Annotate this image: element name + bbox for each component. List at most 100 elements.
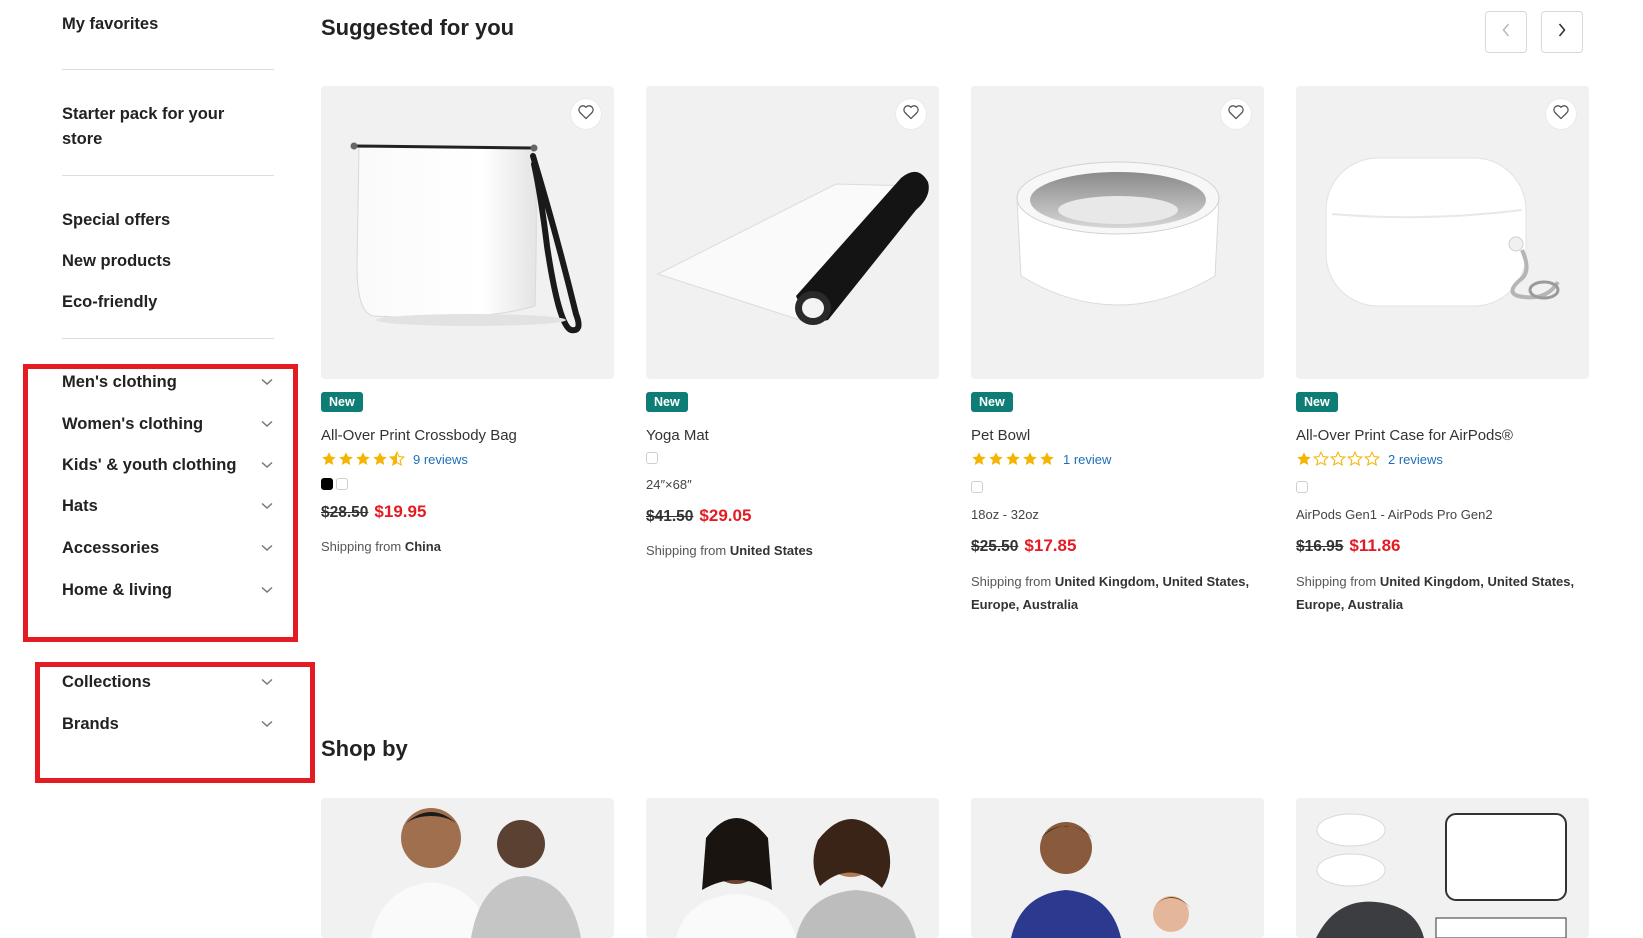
new-badge: New [321, 392, 363, 412]
color-swatches [1296, 481, 1308, 493]
shop-by-womens-card[interactable] [646, 798, 939, 938]
sidebar-divider [62, 175, 274, 176]
star-empty-icon [1313, 451, 1329, 467]
star-full-icon [1297, 452, 1311, 465]
color-swatches [646, 452, 658, 464]
original-price: $25.50 [971, 538, 1019, 555]
sale-price: $29.05 [699, 506, 752, 525]
favorite-button[interactable] [1546, 99, 1576, 129]
shipping-label: Shipping from [1296, 574, 1377, 589]
womens-model-image [676, 818, 916, 938]
shipping-info: Shipping from China [321, 535, 621, 558]
color-swatch-white[interactable] [646, 452, 658, 464]
heart-icon [1552, 104, 1570, 125]
product-name[interactable]: All-Over Print Case for AirPods® [1296, 427, 1513, 444]
crossbody-bag-image [350, 142, 582, 334]
star-empty-icon [1364, 451, 1380, 467]
star-full-icon [972, 452, 986, 465]
product-rating: 2 reviews [1296, 451, 1443, 467]
sale-price: $11.86 [1349, 536, 1401, 555]
new-badge: New [971, 392, 1013, 412]
favorite-button[interactable] [1221, 99, 1251, 129]
color-swatch-white[interactable] [971, 481, 983, 493]
pet-bowl-image [1016, 161, 1220, 306]
heart-icon [902, 104, 920, 125]
original-price: $28.50 [321, 504, 369, 521]
product-image[interactable] [971, 86, 1264, 379]
accessories-flatlay-image [1316, 813, 1567, 938]
mens-model-image [371, 808, 581, 938]
category-sidebar: My favorites Starter pack for your store… [0, 0, 315, 928]
color-swatch-white[interactable] [336, 478, 348, 490]
color-swatch-black[interactable] [321, 478, 333, 490]
star-full-icon [1040, 452, 1054, 465]
star-full-icon [1006, 452, 1020, 465]
my-favorites-link[interactable]: My favorites [62, 12, 158, 37]
new-products-link[interactable]: New products [62, 249, 171, 274]
highlight-box-collections-brands [35, 662, 315, 783]
star-full-icon [1023, 452, 1037, 465]
shipping-origin: United States [729, 543, 813, 558]
product-image[interactable] [646, 86, 939, 379]
carousel-next-button[interactable] [1541, 11, 1583, 53]
star-empty-icon [1330, 451, 1346, 467]
shop-by-accessories-card[interactable] [1296, 798, 1589, 938]
star-empty-icon [1347, 451, 1363, 467]
carousel-prev-button[interactable] [1485, 11, 1527, 53]
product-rating: 9 reviews [321, 451, 468, 467]
product-name[interactable]: Yoga Mat [646, 427, 709, 444]
airpods-case-image [1325, 157, 1560, 307]
star-full-icon [356, 452, 370, 465]
favorite-button[interactable] [571, 99, 601, 129]
color-swatches [971, 481, 983, 493]
product-card[interactable]: New Pet Bowl 1 review 18oz - 32oz $25.50… [971, 86, 1264, 612]
star-half-icon [389, 451, 405, 467]
heart-icon [577, 104, 595, 125]
shipping-info: Shipping from United Kingdom, United Sta… [1296, 570, 1596, 616]
favorite-button[interactable] [896, 99, 926, 129]
shipping-label: Shipping from [321, 539, 402, 554]
starter-pack-link[interactable]: Starter pack for your store [62, 102, 262, 152]
star-full-icon [989, 452, 1003, 465]
size-range: 24″×68″ [646, 477, 692, 492]
product-card[interactable]: New All-Over Print Case for AirPods® 2 r… [1296, 86, 1589, 612]
sidebar-divider [62, 338, 274, 339]
heart-icon [1227, 104, 1245, 125]
product-name[interactable]: All-Over Print Crossbody Bag [321, 427, 517, 444]
highlight-box-categories [23, 364, 298, 642]
product-card[interactable]: New Yoga Mat 24″×68″ $41.50 $29.05 Shipp… [646, 86, 939, 558]
suggested-section-title: Suggested for you [321, 15, 515, 40]
chevron-left-icon [1502, 22, 1510, 42]
yoga-mat-image [656, 171, 929, 325]
chevron-right-icon [1558, 22, 1566, 42]
product-price: $25.50 $17.85 [971, 536, 1076, 556]
color-swatch-white[interactable] [1296, 481, 1308, 493]
product-card[interactable]: New All-Over Print Crossbody Bag 9 revie… [321, 86, 614, 554]
product-image[interactable] [1296, 86, 1589, 379]
product-name[interactable]: Pet Bowl [971, 427, 1030, 444]
reviews-link[interactable]: 2 reviews [1388, 452, 1443, 467]
product-price: $16.95 $11.86 [1296, 536, 1400, 556]
new-badge: New [646, 392, 688, 412]
product-price: $28.50 $19.95 [321, 502, 426, 522]
sidebar-divider [62, 69, 274, 70]
shop-by-kids-card[interactable] [971, 798, 1264, 938]
star-full-icon [373, 452, 387, 465]
eco-friendly-link[interactable]: Eco-friendly [62, 290, 157, 315]
star-full-icon [339, 452, 353, 465]
new-badge: New [1296, 392, 1338, 412]
special-offers-link[interactable]: Special offers [62, 208, 170, 233]
shop-by-mens-card[interactable] [321, 798, 614, 938]
kids-model-image [1011, 822, 1191, 938]
reviews-link[interactable]: 1 review [1063, 452, 1111, 467]
model-range: AirPods Gen1 - AirPods Pro Gen2 [1296, 507, 1493, 522]
original-price: $41.50 [646, 508, 694, 525]
reviews-link[interactable]: 9 reviews [413, 452, 468, 467]
shipping-info: Shipping from United Kingdom, United Sta… [971, 570, 1271, 616]
color-swatches [321, 478, 348, 490]
star-full-icon [322, 452, 336, 465]
size-range: 18oz - 32oz [971, 507, 1039, 522]
product-image[interactable] [321, 86, 614, 379]
sale-price: $19.95 [374, 502, 427, 521]
star-rating [971, 451, 1055, 467]
